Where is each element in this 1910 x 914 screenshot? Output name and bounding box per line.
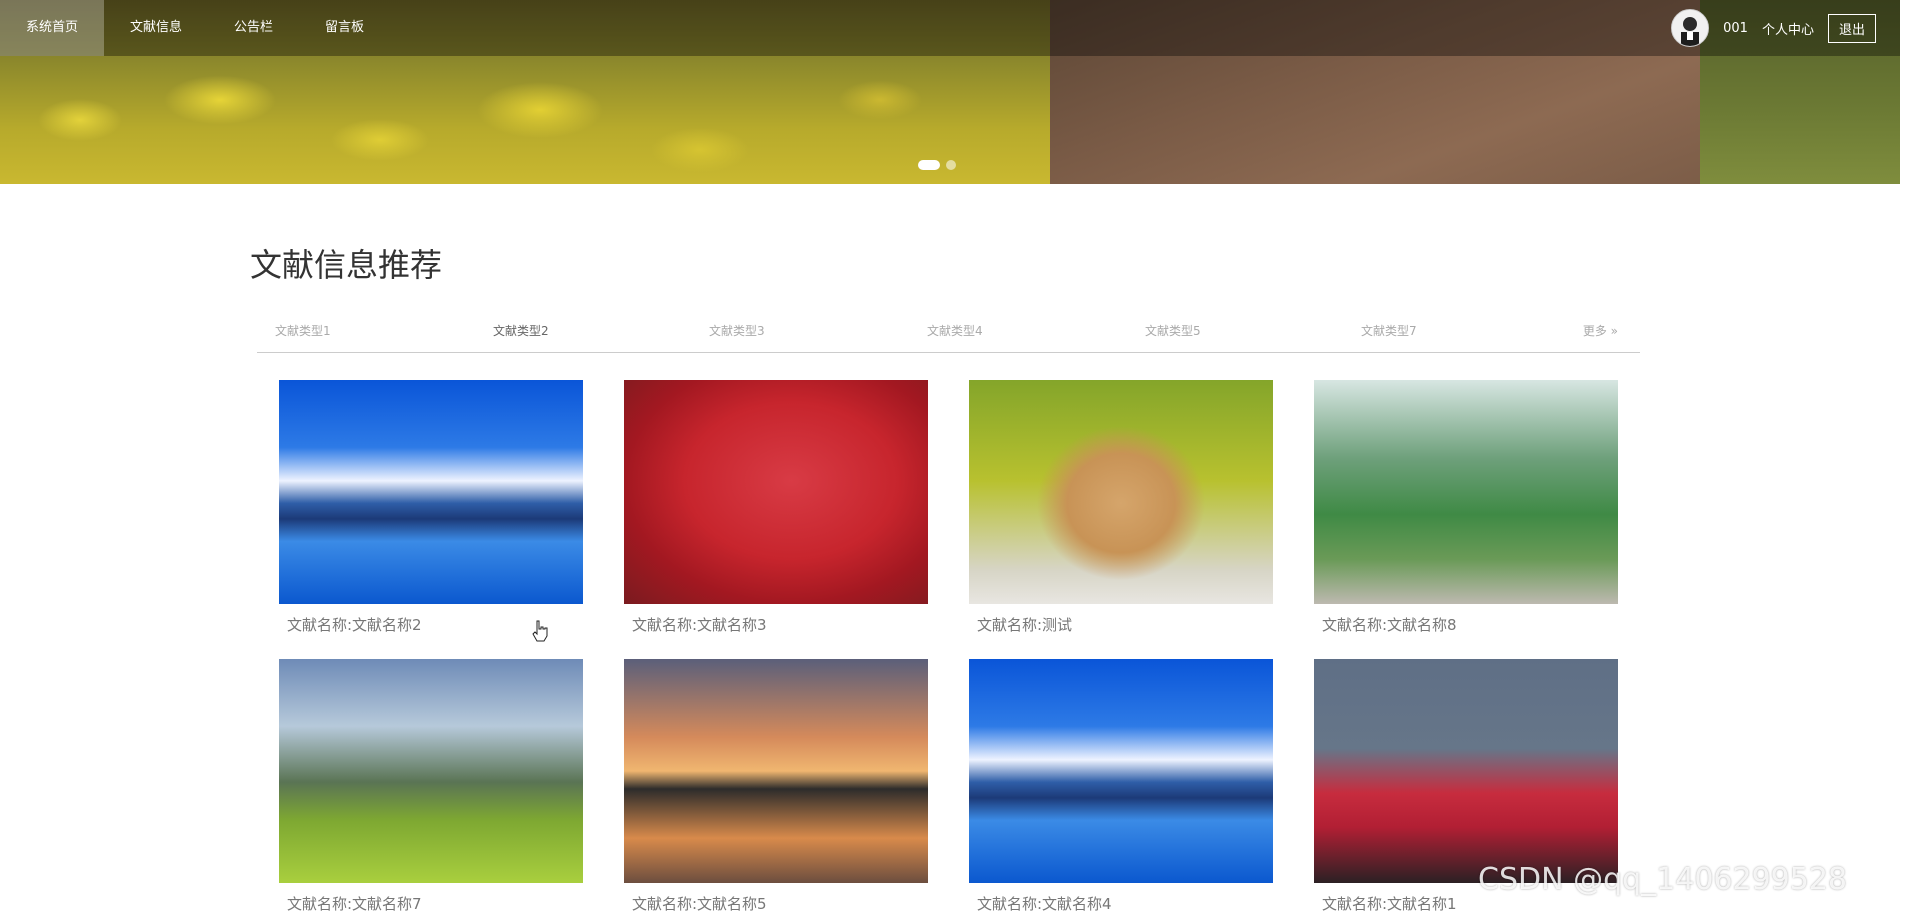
- more-link[interactable]: 更多 »: [1583, 322, 1618, 339]
- nav-item-announcements[interactable]: 公告栏: [208, 0, 299, 56]
- card-item[interactable]: 文献名称:文献名称3: [624, 380, 928, 635]
- user-area: 001 个人中心 退出: [1671, 0, 1876, 56]
- card-image[interactable]: [969, 380, 1273, 604]
- card-item[interactable]: 文献名称:文献名称2: [279, 380, 583, 635]
- tab-type-7[interactable]: 文献类型7: [1361, 322, 1417, 339]
- card-item[interactable]: 文献名称:测试: [969, 380, 1273, 635]
- carousel-indicators: [918, 160, 956, 170]
- tab-type-1[interactable]: 文献类型1: [275, 322, 331, 339]
- card-image[interactable]: [1314, 659, 1618, 883]
- card-item[interactable]: 文献名称:文献名称8: [1314, 380, 1618, 635]
- tab-type-4[interactable]: 文献类型4: [927, 322, 983, 339]
- card-item[interactable]: 文献名称:文献名称7: [279, 659, 583, 914]
- carousel-dot-2[interactable]: [946, 160, 956, 170]
- card-caption: 文献名称:文献名称4: [977, 895, 1112, 913]
- card-image[interactable]: [279, 380, 583, 604]
- card-image[interactable]: [624, 659, 928, 883]
- nav-item-message-board[interactable]: 留言板: [299, 0, 390, 56]
- csdn-watermark: CSDN @qq_1406299528: [1478, 862, 1848, 897]
- card-item[interactable]: 文献名称:文献名称5: [624, 659, 928, 914]
- nav-item-home[interactable]: 系统首页: [0, 0, 105, 56]
- card-caption: 文献名称:测试: [977, 616, 1073, 634]
- personal-center-link[interactable]: 个人中心: [1762, 19, 1814, 38]
- card-item[interactable]: 文献名称:文献名称4: [969, 659, 1273, 914]
- nav-item-literature[interactable]: 文献信息: [104, 0, 208, 56]
- hand-pointer-icon: [532, 620, 548, 642]
- carousel-dot-1[interactable]: [918, 160, 940, 170]
- card-image[interactable]: [969, 659, 1273, 883]
- top-nav: 系统首页 文献信息 公告栏 留言板 001 个人中心 退出: [0, 0, 1900, 56]
- tab-type-5[interactable]: 文献类型5: [1145, 322, 1201, 339]
- card-caption: 文献名称:文献名称7: [287, 895, 422, 913]
- section-title: 文献信息推荐: [250, 246, 443, 284]
- tab-type-3[interactable]: 文献类型3: [709, 322, 765, 339]
- tab-type-2[interactable]: 文献类型2: [493, 322, 549, 339]
- card-image[interactable]: [279, 659, 583, 883]
- card-caption: 文献名称:文献名称8: [1322, 616, 1457, 634]
- category-tabs: 文献类型1 文献类型2 文献类型3 文献类型4 文献类型5 文献类型7 更多 »: [257, 310, 1640, 353]
- card-caption: 文献名称:文献名称5: [632, 895, 767, 913]
- card-caption: 文献名称:文献名称3: [632, 616, 767, 634]
- user-avatar-icon[interactable]: [1671, 9, 1710, 47]
- card-image[interactable]: [1314, 380, 1618, 604]
- user-id: 001: [1723, 20, 1748, 36]
- card-image[interactable]: [624, 380, 928, 604]
- logout-button[interactable]: 退出: [1827, 13, 1876, 43]
